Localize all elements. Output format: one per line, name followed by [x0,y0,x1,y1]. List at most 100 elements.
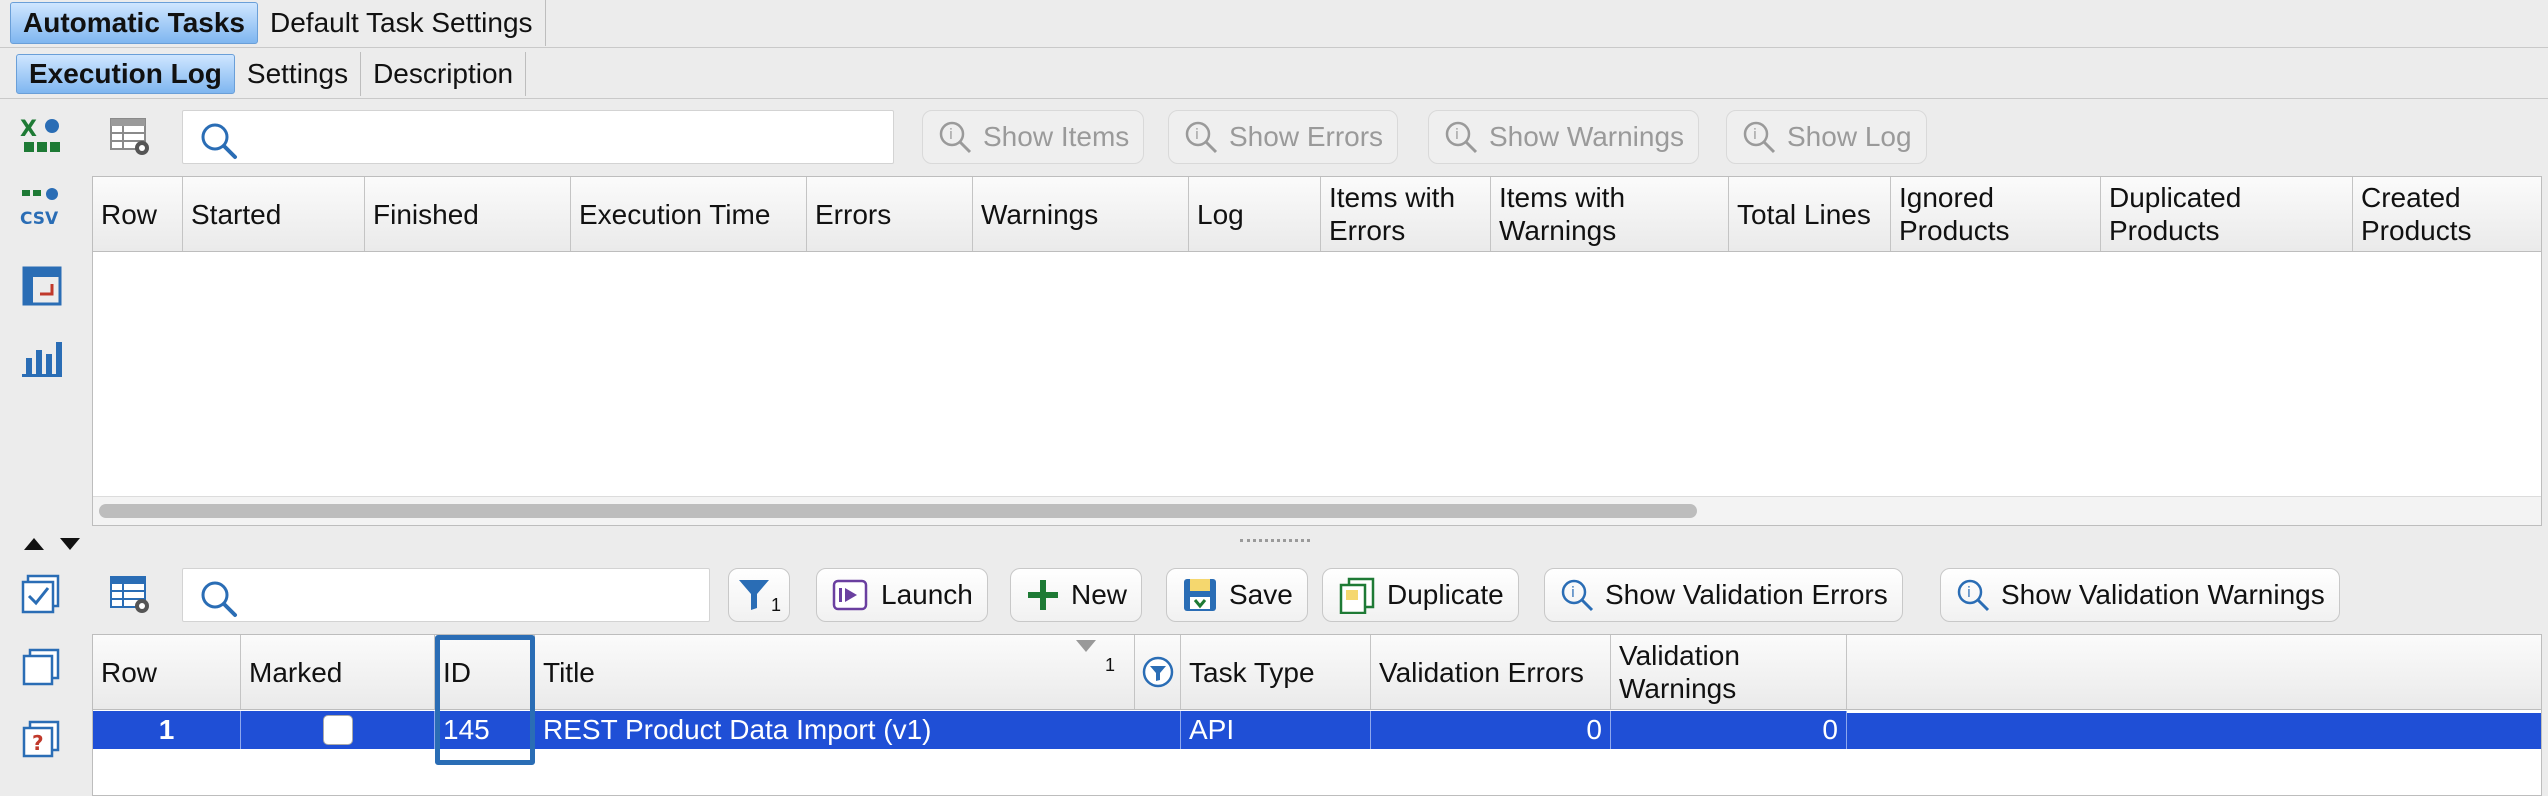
col-started[interactable]: Started [183,177,365,251]
plus-icon [1028,580,1058,610]
search-icon [201,123,237,159]
tab-settings[interactable]: Settings [235,52,362,96]
column-filter-icon [1142,656,1173,688]
mark-all-icon[interactable] [18,570,66,618]
col-duplicated-products[interactable]: Duplicated Products [2101,177,2353,251]
tasks-table: Row Marked ID Title 1 Task Type Validati… [92,634,2542,796]
copy-icon[interactable] [18,644,66,692]
sort-order: 1 [1105,655,1116,675]
marked-checkbox[interactable] [322,715,353,745]
show-warnings-button[interactable]: i Show Warnings [1428,110,1700,164]
show-items-label: Show Items [983,121,1130,152]
col-total-lines[interactable]: Total Lines [1729,177,1891,251]
divider [0,47,2548,48]
col-items-with-warnings[interactable]: Items with Warnings [1491,177,1729,251]
new-label: New [1071,579,1128,610]
grip-handle[interactable] [1240,539,1310,546]
show-validation-errors-label: Show Validation Errors [1605,579,1888,610]
svg-text:X: X [20,117,37,142]
sort-arrow-icon [1076,640,1096,652]
col-row[interactable]: Row [93,635,241,709]
info-search-icon: i [1185,121,1218,154]
col-filter[interactable] [1135,635,1181,709]
filter-count: 1 [771,594,782,615]
show-validation-warnings-label: Show Validation Warnings [2001,579,2325,610]
pivot-table-icon[interactable] [18,262,66,310]
horizontal-scrollbar[interactable] [93,496,2541,525]
task-type-cell[interactable]: API [1181,711,1371,749]
focused-column-highlight [435,635,535,765]
svg-text:i: i [1455,127,1459,143]
validation-warnings-cell[interactable]: 0 [1611,711,1847,749]
col-finished[interactable]: Finished [365,177,571,251]
divider [0,98,2548,99]
tab-description[interactable]: Description [361,52,527,96]
tab-default-task-settings[interactable]: Default Task Settings [258,0,546,46]
svg-text:?: ? [32,731,44,755]
show-validation-warnings-button[interactable]: i Show Validation Warnings [1940,568,2340,622]
row-number: 1 [93,711,241,749]
tab-automatic-tasks[interactable]: Automatic Tasks [10,2,258,44]
launch-label: Launch [881,579,973,610]
col-row[interactable]: Row [93,177,183,251]
svg-text:i: i [949,127,953,143]
col-created-products[interactable]: Created Products [2353,177,2541,251]
marked-cell[interactable] [241,711,435,749]
collapse-arrows-icon[interactable] [22,534,82,552]
filter-icon [739,580,769,610]
col-ignored-products[interactable]: Ignored Products [1891,177,2101,251]
col-empty [1847,635,2541,709]
table-settings-icon[interactable] [106,112,154,160]
tasks-search-input[interactable] [182,568,710,622]
validation-errors-cell[interactable]: 0 [1371,711,1611,749]
save-label: Save [1229,579,1293,610]
duplicate-button[interactable]: Duplicate [1322,568,1519,622]
col-log[interactable]: Log [1189,177,1321,251]
col-marked[interactable]: Marked [241,635,435,709]
filter-button[interactable]: 1 [728,568,790,622]
launch-button[interactable]: Launch [816,568,988,622]
svg-text:i: i [1753,127,1757,143]
execution-log-table: Row Started Finished Execution Time Erro… [92,176,2542,526]
show-validation-errors-button[interactable]: i Show Validation Errors [1544,568,1903,622]
show-items-button[interactable]: i Show Items [922,110,1145,164]
svg-text:i: i [1967,585,1971,601]
table-header: Row Started Finished Execution Time Erro… [93,177,2541,252]
col-errors[interactable]: Errors [807,177,973,251]
show-errors-button[interactable]: i Show Errors [1168,110,1399,164]
log-search-input[interactable] [182,110,894,164]
show-warnings-label: Show Warnings [1489,121,1685,152]
duplicate-icon [1339,577,1375,614]
title-cell[interactable]: REST Product Data Import (v1) [535,711,1181,749]
show-errors-label: Show Errors [1229,121,1384,152]
scrollbar-thumb[interactable] [99,504,1697,518]
info-search-icon: i [1445,121,1478,154]
duplicate-label: Duplicate [1387,579,1504,610]
col-execution-time[interactable]: Execution Time [571,177,807,251]
svg-text:i: i [1571,585,1575,601]
show-log-label: Show Log [1787,121,1912,152]
tab-execution-log[interactable]: Execution Log [16,54,235,94]
col-items-with-errors[interactable]: Items with Errors [1321,177,1491,251]
chart-icon[interactable] [18,334,66,382]
split-pane-divider[interactable] [0,530,2548,556]
col-validation-warnings[interactable]: Validation Warnings [1611,635,1847,709]
sub-tabstrip: Execution Log Settings Description [0,52,2548,96]
table-settings-icon[interactable] [106,570,154,618]
new-button[interactable]: New [1010,568,1143,622]
launch-icon [832,579,868,611]
export-excel-icon[interactable]: X [18,112,66,160]
export-csv-icon[interactable]: CSV [18,184,66,232]
col-title-label: Title [543,656,595,688]
info-search-icon: i [939,121,972,154]
show-log-button[interactable]: i Show Log [1726,110,1927,164]
save-button[interactable]: Save [1166,568,1308,622]
info-search-icon: i [1561,579,1594,612]
top-tabstrip: Automatic Tasks Default Task Settings [0,0,2548,46]
info-search-icon: i [1957,579,1990,612]
col-validation-errors[interactable]: Validation Errors [1371,635,1611,709]
help-pages-icon[interactable]: ? [18,716,66,764]
col-warnings[interactable]: Warnings [973,177,1189,251]
col-title[interactable]: Title 1 [535,635,1135,709]
col-task-type[interactable]: Task Type [1181,635,1371,709]
